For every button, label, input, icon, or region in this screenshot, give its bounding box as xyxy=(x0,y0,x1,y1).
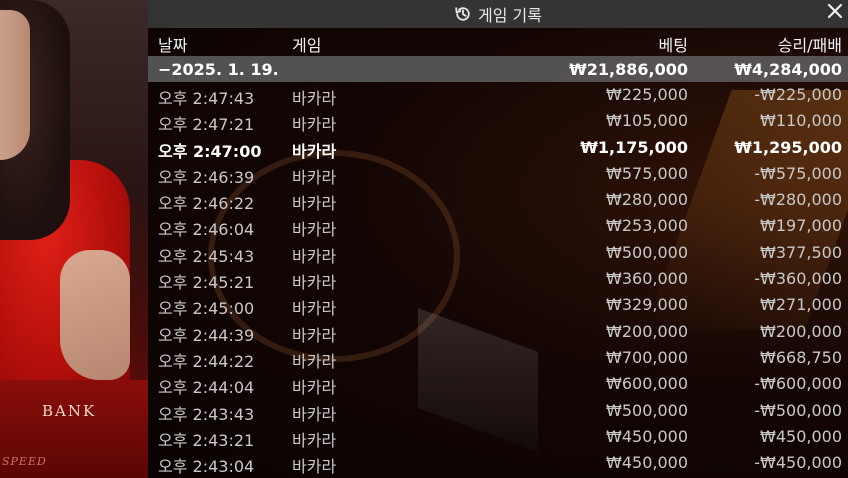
table-bank-label: BANK xyxy=(42,402,97,420)
table-row[interactable]: 오후 2:46:39 바카라 ₩575,000 -₩575,000 xyxy=(148,161,848,187)
row-time: 오후 2:43:43 xyxy=(158,404,255,424)
row-time: 오후 2:47:43 xyxy=(158,89,255,108)
row-game: 바카라 xyxy=(292,167,337,187)
row-bet: ₩360,000 xyxy=(606,269,688,289)
row-bet: ₩450,000 xyxy=(606,426,688,446)
summary-result-total: ₩4,284,000 xyxy=(734,60,842,79)
row-time: 오후 2:43:21 xyxy=(158,430,255,450)
row-game: 바카라 xyxy=(292,299,337,319)
table-row[interactable]: 오후 2:46:04 바카라 ₩253,000 ₩197,000 xyxy=(148,213,848,239)
row-time: 오후 2:43:04 xyxy=(158,457,255,477)
row-bet: ₩225,000 xyxy=(606,85,688,104)
summary-date: −2025. 1. 19. xyxy=(158,60,279,79)
table-header: 날짜 게임 베팅 승리/패배 xyxy=(148,28,848,56)
row-time: 오후 2:45:00 xyxy=(158,299,255,319)
row-result: -₩225,000 xyxy=(754,85,842,104)
row-game: 바카라 xyxy=(292,404,337,424)
row-result: ₩200,000 xyxy=(760,321,842,341)
row-bet: ₩1,175,000 xyxy=(580,137,688,157)
close-button[interactable] xyxy=(824,2,846,24)
row-time: 오후 2:47:21 xyxy=(158,115,255,135)
row-time: 오후 2:46:04 xyxy=(158,220,255,240)
table-row[interactable]: 오후 2:44:22 바카라 ₩700,000 ₩668,750 xyxy=(148,345,848,371)
row-result: ₩450,000 xyxy=(760,426,842,446)
row-time: 오후 2:44:04 xyxy=(158,378,255,398)
table-row[interactable]: 오후 2:45:43 바카라 ₩500,000 ₩377,500 xyxy=(148,240,848,266)
history-list: 오후 2:47:43 바카라 ₩225,000 -₩225,000 오후 2:47:21… xyxy=(148,82,848,476)
table-speed-label: SPEED xyxy=(2,455,47,468)
row-result: -₩500,000 xyxy=(754,400,842,420)
row-game: 바카라 xyxy=(292,89,337,108)
row-bet: ₩253,000 xyxy=(606,216,688,236)
row-time: 오후 2:47:00 xyxy=(158,141,262,161)
row-result: ₩377,500 xyxy=(760,242,842,262)
column-header-date: 날짜 xyxy=(158,36,188,55)
row-bet: ₩500,000 xyxy=(606,400,688,420)
table-row[interactable]: 오후 2:44:04 바카라 ₩600,000 -₩600,000 xyxy=(148,371,848,397)
row-bet: ₩575,000 xyxy=(606,163,688,183)
table-row[interactable]: 오후 2:47:21 바카라 ₩105,000 ₩110,000 xyxy=(148,108,848,134)
row-game: 바카라 xyxy=(292,351,337,371)
row-bet: ₩200,000 xyxy=(606,321,688,341)
row-bet: ₩105,000 xyxy=(606,111,688,131)
row-game: 바카라 xyxy=(292,141,337,161)
dealer-arm xyxy=(60,250,130,380)
row-time: 오후 2:46:22 xyxy=(158,194,255,214)
dealer-face xyxy=(0,10,30,160)
table-row[interactable]: 오후 2:47:00 바카라 ₩1,175,000 ₩1,295,000 xyxy=(148,135,848,161)
row-game: 바카라 xyxy=(292,378,337,398)
row-game: 바카라 xyxy=(292,194,337,214)
table-row[interactable]: 오후 2:46:22 바카라 ₩280,000 -₩280,000 xyxy=(148,187,848,213)
row-result: ₩197,000 xyxy=(760,216,842,236)
row-result: -₩575,000 xyxy=(754,163,842,183)
row-result: ₩1,295,000 xyxy=(734,137,842,157)
row-bet: ₩700,000 xyxy=(606,347,688,367)
row-result: -₩360,000 xyxy=(754,269,842,289)
row-time: 오후 2:44:39 xyxy=(158,325,255,345)
row-bet: ₩329,000 xyxy=(606,295,688,315)
row-result: ₩110,000 xyxy=(760,111,842,131)
row-game: 바카라 xyxy=(292,273,337,293)
row-bet: ₩450,000 xyxy=(606,453,688,473)
table-row[interactable]: 오후 2:45:21 바카라 ₩360,000 -₩360,000 xyxy=(148,266,848,292)
row-bet: ₩500,000 xyxy=(606,242,688,262)
summary-bet-total: ₩21,886,000 xyxy=(569,60,688,79)
row-game: 바카라 xyxy=(292,115,337,135)
row-game: 바카라 xyxy=(292,430,337,450)
row-result: -₩280,000 xyxy=(754,190,842,210)
dealer-video: BANK SPEED xyxy=(0,0,148,478)
row-game: 바카라 xyxy=(292,457,337,477)
page-title: 게임 기록 xyxy=(478,6,542,25)
summary-row[interactable]: −2025. 1. 19. ₩21,886,000 ₩4,284,000 xyxy=(148,56,848,82)
table-row[interactable]: 오후 2:44:39 바카라 ₩200,000 ₩200,000 xyxy=(148,319,848,345)
column-header-bet: 베팅 xyxy=(658,36,688,55)
row-bet: ₩600,000 xyxy=(606,374,688,394)
column-header-game: 게임 xyxy=(292,36,322,55)
row-bet: ₩280,000 xyxy=(606,190,688,210)
row-result: ₩271,000 xyxy=(760,295,842,315)
row-time: 오후 2:46:39 xyxy=(158,167,255,187)
table-row[interactable]: 오후 2:45:00 바카라 ₩329,000 ₩271,000 xyxy=(148,292,848,318)
history-header: 게임 기록 xyxy=(148,0,848,28)
row-time: 오후 2:44:22 xyxy=(158,351,255,371)
row-result: -₩450,000 xyxy=(754,453,842,473)
row-result: ₩668,750 xyxy=(760,347,842,367)
history-icon xyxy=(454,5,472,23)
row-time: 오후 2:45:43 xyxy=(158,246,255,266)
table-row[interactable]: 오후 2:47:43 바카라 ₩225,000 -₩225,000 xyxy=(148,82,848,108)
row-game: 바카라 xyxy=(292,325,337,345)
row-time: 오후 2:45:21 xyxy=(158,273,255,293)
row-game: 바카라 xyxy=(292,220,337,240)
header-title-group: 게임 기록 xyxy=(454,2,542,26)
row-game: 바카라 xyxy=(292,246,337,266)
row-result: -₩600,000 xyxy=(754,374,842,394)
column-header-result: 승리/패배 xyxy=(777,36,842,55)
close-icon[interactable] xyxy=(827,3,843,23)
table-row[interactable]: 오후 2:43:04 바카라 ₩450,000 -₩450,000 xyxy=(148,450,848,476)
table-row[interactable]: 오후 2:43:21 바카라 ₩450,000 ₩450,000 xyxy=(148,424,848,450)
table-row[interactable]: 오후 2:43:43 바카라 ₩500,000 -₩500,000 xyxy=(148,398,848,424)
